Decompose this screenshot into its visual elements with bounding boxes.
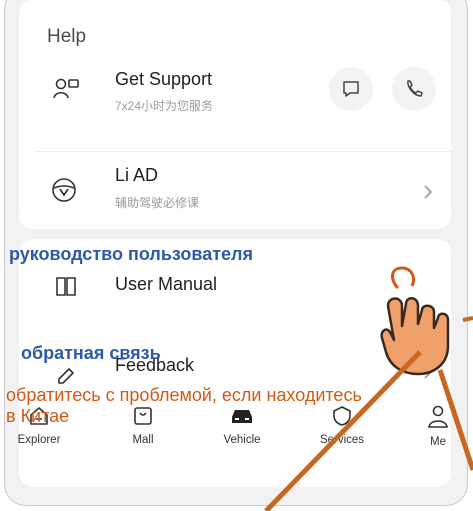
- steering-wheel-icon: [51, 177, 76, 202]
- annotation-user-manual: руководство пользователя: [9, 244, 253, 264]
- tab-label: Vehicle: [223, 434, 261, 446]
- get-support-title: Get Support: [115, 69, 213, 89]
- get-support-subtitle: 7x24小时为您服务: [115, 99, 214, 113]
- phone-icon: [407, 80, 423, 97]
- person-icon: [428, 405, 448, 428]
- help-section-title: Help: [47, 26, 87, 47]
- tab-label: Mall: [132, 434, 154, 446]
- chat-icon: [343, 81, 359, 97]
- call-button[interactable]: [392, 67, 436, 111]
- tab-me[interactable]: Me: [398, 404, 467, 448]
- user-manual-title: User Manual: [115, 274, 218, 294]
- li-ad-subtitle: 辅助驾驶必修课: [115, 196, 200, 210]
- tab-label: Me: [430, 436, 446, 448]
- book-icon: [55, 275, 79, 299]
- divider: [35, 151, 453, 152]
- annotation-feedback-note: обратитесь с проблемой, если находитесь …: [6, 385, 362, 426]
- li-ad-row[interactable]: Li AD 辅助驾驶必修课: [19, 165, 451, 225]
- chat-button[interactable]: [329, 67, 373, 111]
- support-users-icon: [53, 77, 79, 101]
- li-ad-title: Li AD: [115, 165, 159, 185]
- get-support-row[interactable]: Get Support 7x24小时为您服务: [19, 67, 451, 127]
- tab-label: Explorer: [17, 434, 61, 446]
- chevron-right-icon: [424, 185, 433, 199]
- tab-label: Services: [319, 434, 365, 446]
- annotation-feedback: обратная связь: [21, 343, 161, 363]
- tap-hand-icon: [380, 266, 450, 376]
